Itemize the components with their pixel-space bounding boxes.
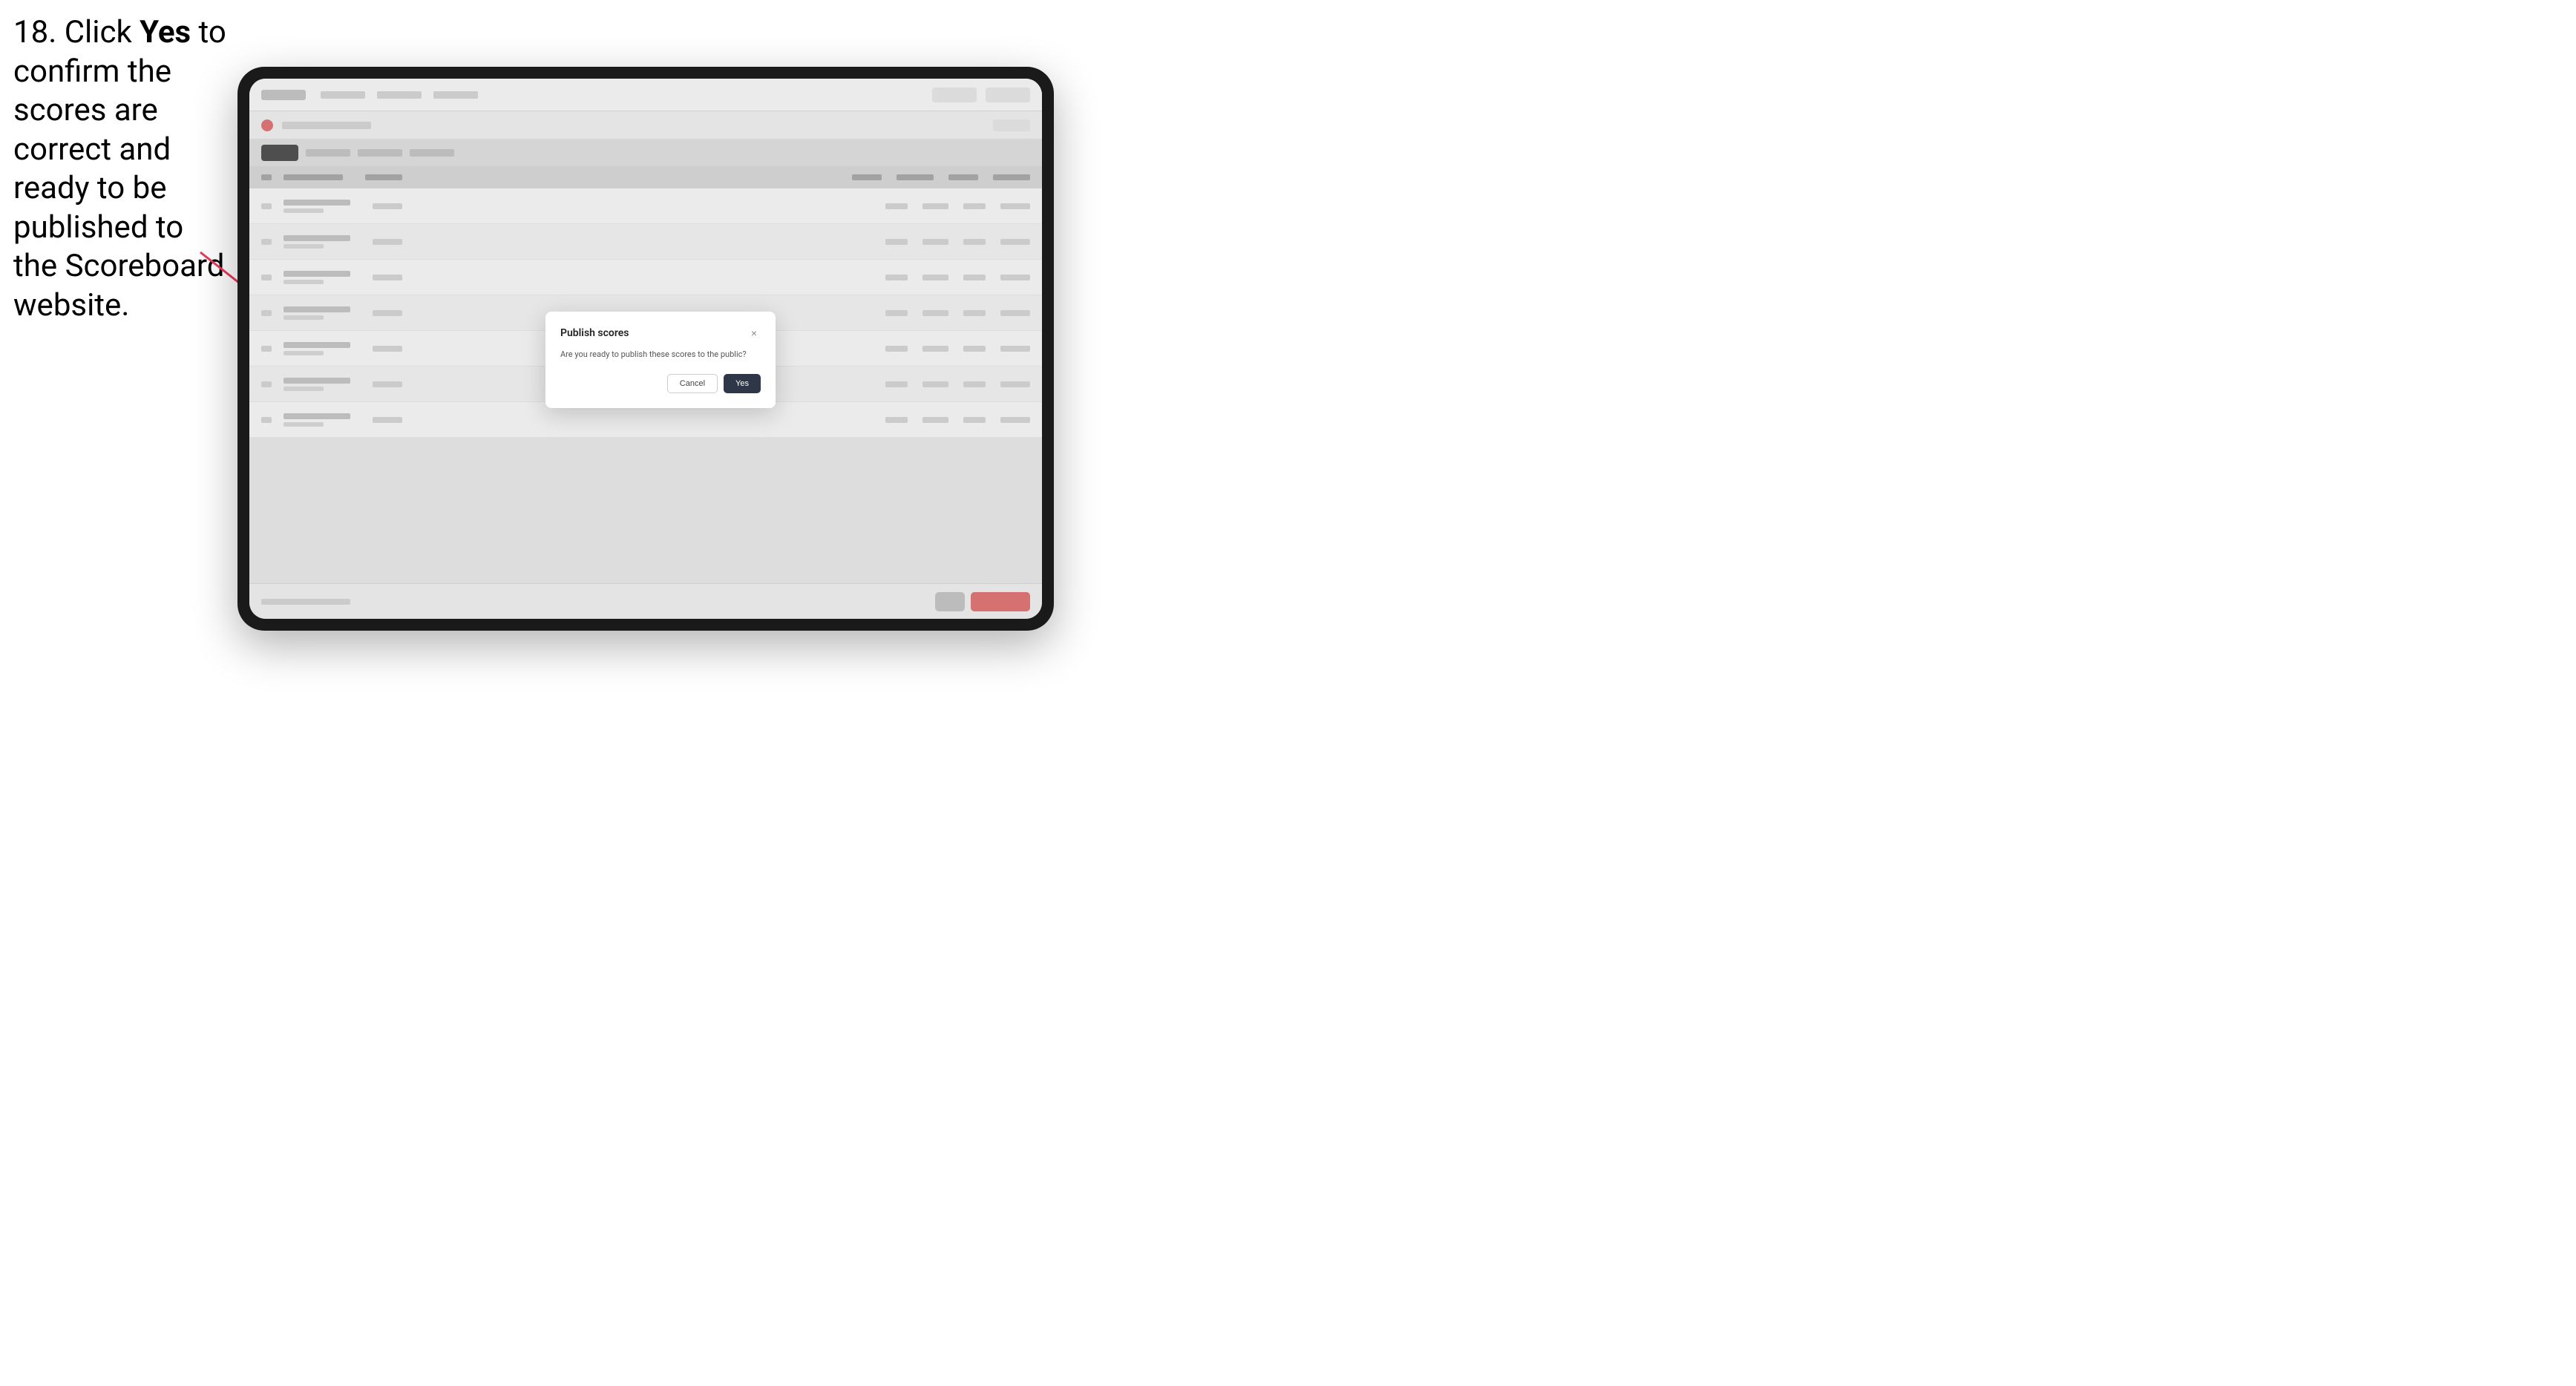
- step-number: 18.: [13, 14, 56, 50]
- dialog-header: Publish scores ×: [560, 326, 761, 340]
- modal-overlay: Publish scores × Are you ready to publis…: [249, 79, 1042, 619]
- dialog-title: Publish scores: [560, 327, 629, 339]
- publish-scores-dialog: Publish scores × Are you ready to publis…: [545, 312, 776, 409]
- cancel-button[interactable]: Cancel: [667, 374, 718, 393]
- tablet-screen: Publish scores × Are you ready to publis…: [249, 79, 1042, 619]
- instruction-text: 18. Click Yes to confirm the scores are …: [13, 13, 229, 325]
- instruction-after: to confirm the scores are correct and re…: [13, 14, 226, 323]
- tablet-device: Publish scores × Are you ready to publis…: [237, 67, 1054, 631]
- dialog-close-button[interactable]: ×: [747, 326, 761, 340]
- dialog-footer: Cancel Yes: [560, 374, 761, 393]
- yes-button[interactable]: Yes: [724, 374, 761, 393]
- instruction-before: Click: [65, 14, 140, 50]
- dialog-body: Are you ready to publish these scores to…: [560, 349, 761, 361]
- instruction-bold: Yes: [140, 14, 191, 50]
